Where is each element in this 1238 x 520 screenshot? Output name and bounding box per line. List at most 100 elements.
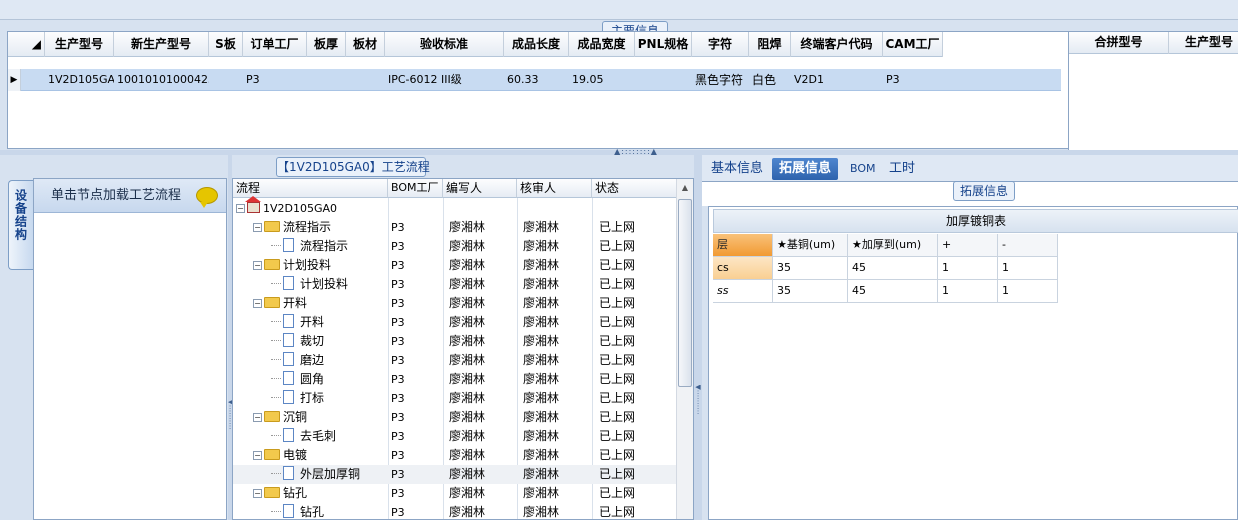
right-splitter[interactable] xyxy=(694,155,702,520)
cell-customer[interactable]: V2D1 xyxy=(791,69,883,91)
cell-width[interactable]: 19.05 xyxy=(569,69,635,91)
cell-base-copper[interactable]: 35 xyxy=(773,280,848,303)
collapse-icon[interactable]: − xyxy=(253,413,262,422)
col-header[interactable]: 生产型号 xyxy=(1169,32,1238,54)
col-header[interactable]: 生产型号 xyxy=(45,32,114,57)
cell-material[interactable] xyxy=(346,69,385,91)
tab-worktime[interactable]: 工时 xyxy=(882,158,922,180)
tree-node[interactable]: − 开料 xyxy=(253,294,307,313)
tree-node[interactable]: 钻孔 xyxy=(271,503,324,519)
tree-row[interactable]: 打标 P3 廖湘林 廖湘林 已上网 xyxy=(233,389,677,408)
col-header[interactable]: CAM工厂 xyxy=(883,32,943,57)
cell-solder[interactable]: 白色 xyxy=(749,69,791,91)
cell-plus[interactable]: 1 xyxy=(938,257,998,280)
tree-node[interactable]: − 1V2D105GA0 xyxy=(236,196,337,218)
cell-plus[interactable]: 1 xyxy=(938,280,998,303)
cell-pnl[interactable] xyxy=(635,69,692,91)
col-header[interactable]: 成品长度 xyxy=(504,32,569,57)
col-header[interactable]: 订单工厂 xyxy=(243,32,307,57)
col-header[interactable]: 板材 xyxy=(346,32,385,57)
col-header[interactable]: 状态 xyxy=(592,179,677,198)
cell-order-factory[interactable]: P3 xyxy=(243,69,307,91)
tree-row[interactable]: − 开料 P3 廖湘林 廖湘林 已上网 xyxy=(233,294,677,313)
cell-cam[interactable]: P3 xyxy=(883,69,943,91)
tree-row[interactable]: 流程指示 P3 廖湘林 廖湘林 已上网 xyxy=(233,237,677,256)
col-header-base-copper[interactable]: ★基铜(um) xyxy=(773,234,848,257)
tree-node[interactable]: 外层加厚铜 xyxy=(271,465,360,484)
col-header[interactable]: 板厚 xyxy=(307,32,346,57)
splitter-grip-icon[interactable]: ◀::::: xyxy=(695,385,701,425)
table-row[interactable]: ▶ 1V2D105GA0 10010101000423 P3 IPC-6012 … xyxy=(8,69,1061,91)
collapse-icon[interactable]: − xyxy=(253,261,262,270)
cell-layer[interactable]: ss xyxy=(713,280,773,303)
tree-node[interactable]: 打标 xyxy=(271,389,324,408)
col-header[interactable]: 字符 xyxy=(692,32,749,57)
tree-row[interactable]: 去毛刺 P3 廖湘林 廖湘林 已上网 xyxy=(233,427,677,446)
tree-row[interactable]: − 1V2D105GA0 xyxy=(233,196,677,218)
collapse-icon[interactable]: − xyxy=(236,204,245,213)
tree-row[interactable]: − 沉铜 P3 廖湘林 廖湘林 已上网 xyxy=(233,408,677,427)
tree-row[interactable]: 钻孔 P3 廖湘林 廖湘林 已上网 xyxy=(233,503,677,519)
splitter-grip-icon[interactable]: ▲::::::::▲ xyxy=(605,148,667,156)
tree-row[interactable]: 外层加厚铜 P3 廖湘林 廖湘林 已上网 xyxy=(233,465,677,484)
cell-minus[interactable]: 1 xyxy=(998,280,1058,303)
cell-char[interactable]: 黑色字符 xyxy=(692,69,749,91)
tree-row[interactable]: 圆角 P3 廖湘林 廖湘林 已上网 xyxy=(233,370,677,389)
tree-row[interactable]: − 计划投料 P3 廖湘林 廖湘林 已上网 xyxy=(233,256,677,275)
col-header-layer[interactable]: 层 xyxy=(713,234,773,257)
tree-row[interactable]: 裁切 P3 廖湘林 廖湘林 已上网 xyxy=(233,332,677,351)
col-header-thicken-to[interactable]: ★加厚到(um) xyxy=(848,234,938,257)
tree-node[interactable]: − 计划投料 xyxy=(253,256,331,275)
collapse-icon[interactable]: − xyxy=(253,299,262,308)
tree-node[interactable]: − 电镀 xyxy=(253,446,307,465)
collapse-icon[interactable]: − xyxy=(253,451,262,460)
cell-thicken-to[interactable]: 45 xyxy=(848,280,938,303)
cell-minus[interactable]: 1 xyxy=(998,257,1058,280)
col-header[interactable]: BOM工厂 xyxy=(388,179,443,198)
sort-indicator-icon[interactable]: ◢ xyxy=(8,32,45,57)
cell-thickness[interactable] xyxy=(307,69,346,91)
col-header[interactable]: 新生产型号 xyxy=(114,32,209,57)
cell-standard[interactable]: IPC-6012 III级 xyxy=(385,69,504,91)
tree-row[interactable]: − 流程指示 P3 廖湘林 廖湘林 已上网 xyxy=(233,218,677,237)
tree-node[interactable]: 开料 xyxy=(271,313,324,332)
col-header[interactable]: 合拼型号 xyxy=(1069,32,1169,54)
tree-row[interactable]: − 钻孔 P3 廖湘林 廖湘林 已上网 xyxy=(233,484,677,503)
cell-model[interactable]: 1V2D105GA0 xyxy=(45,69,114,91)
collapse-icon[interactable]: − xyxy=(253,489,262,498)
device-structure-tab[interactable]: 设备结构 xyxy=(8,180,33,270)
cell-base-copper[interactable]: 35 xyxy=(773,257,848,280)
col-header[interactable]: PNL规格 xyxy=(635,32,692,57)
scroll-thumb[interactable] xyxy=(678,199,692,387)
cell-new-model[interactable]: 10010101000423 xyxy=(114,69,209,91)
tree-node[interactable]: 圆角 xyxy=(271,370,324,389)
cell-thicken-to[interactable]: 45 xyxy=(848,257,938,280)
tab-basic-info[interactable]: 基本信息 xyxy=(704,158,770,180)
col-header[interactable]: 编写人 xyxy=(443,179,517,198)
tree-node[interactable]: 计划投料 xyxy=(271,275,348,294)
col-header-minus[interactable]: - xyxy=(998,234,1058,257)
cell-s-board[interactable] xyxy=(209,69,243,91)
collapse-icon[interactable]: − xyxy=(253,223,262,232)
col-header[interactable]: S板 xyxy=(209,32,243,57)
col-header[interactable]: 终端客户代码 xyxy=(791,32,883,57)
col-header[interactable]: 验收标准 xyxy=(385,32,504,57)
tab-extended-info[interactable]: 拓展信息 xyxy=(772,158,839,180)
tree-row[interactable]: 开料 P3 廖湘林 廖湘林 已上网 xyxy=(233,313,677,332)
col-header[interactable]: 成品宽度 xyxy=(569,32,635,57)
col-header[interactable]: 阻焊 xyxy=(749,32,791,57)
cell-length[interactable]: 60.33 xyxy=(504,69,569,91)
tree-node[interactable]: 去毛刺 xyxy=(271,427,336,446)
tree-node[interactable]: 流程指示 xyxy=(271,237,348,256)
col-header-plus[interactable]: + xyxy=(938,234,998,257)
tree-node[interactable]: 裁切 xyxy=(271,332,324,351)
tree-node[interactable]: 磨边 xyxy=(271,351,324,370)
tree-node[interactable]: − 钻孔 xyxy=(253,484,307,503)
tab-bom[interactable]: BOM xyxy=(843,158,883,180)
tree-row[interactable]: 计划投料 P3 廖湘林 廖湘林 已上网 xyxy=(233,275,677,294)
cell-layer[interactable]: cs xyxy=(713,257,773,280)
tree-row[interactable]: 磨边 P3 廖湘林 廖湘林 已上网 xyxy=(233,351,677,370)
tree-node[interactable]: − 流程指示 xyxy=(253,218,331,237)
col-header[interactable]: 核审人 xyxy=(517,179,592,198)
tree-node[interactable]: − 沉铜 xyxy=(253,408,307,427)
